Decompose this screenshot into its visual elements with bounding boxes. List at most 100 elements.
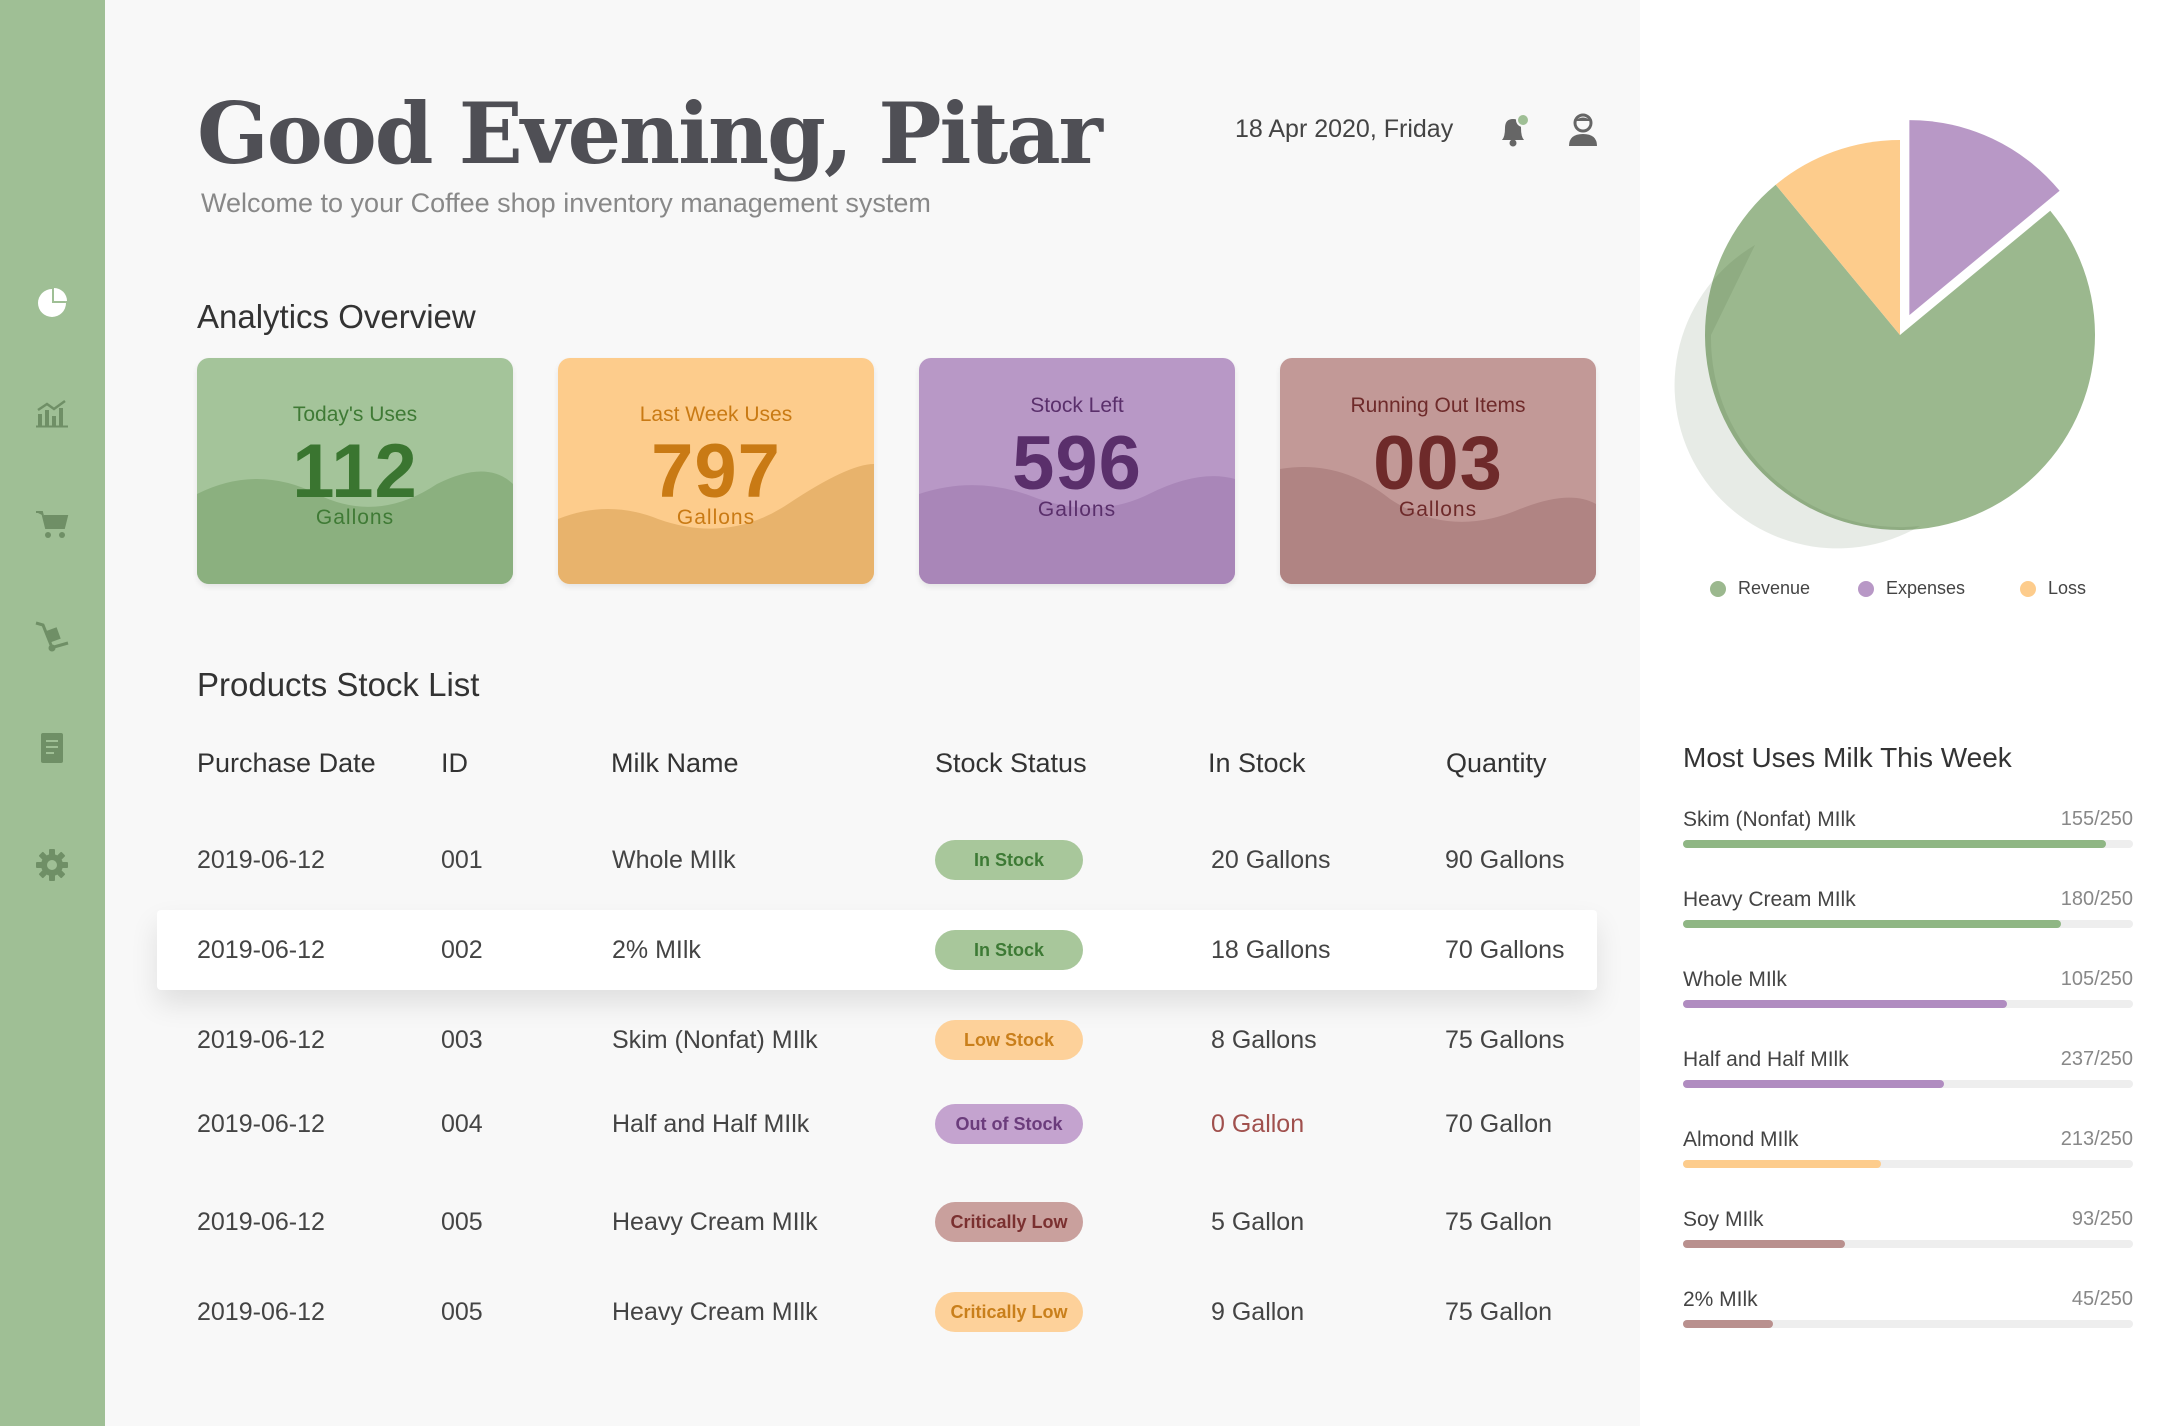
running-out-items-card[interactable]: Running Out Items 003 Gallons (1280, 358, 1596, 584)
table-row[interactable]: 2019-06-12 004 Half and Half MIlk Out of… (157, 1084, 1597, 1164)
status-badge: Out of Stock (935, 1104, 1083, 1144)
milk-count: 237/250 (2060, 1048, 2133, 1070)
products-stock-list-heading: Products Stock List (197, 666, 480, 703)
hand-truck-icon[interactable] (32, 616, 72, 656)
bar-chart-icon[interactable] (32, 393, 72, 433)
cell-id: 002 (441, 936, 483, 964)
milk-name: Soy MIlk (1683, 1208, 1764, 1231)
sidebar (0, 0, 105, 1426)
usage-progress-track (1683, 1160, 2133, 1168)
usage-progress-fill (1683, 920, 2061, 928)
gear-icon[interactable] (32, 845, 72, 885)
cell-in-stock: 5 Gallon (1211, 1208, 1305, 1236)
milk-usage-item: 2% MIlk 45/250 (1683, 1288, 2133, 1348)
card-label: Last Week Uses (639, 403, 793, 426)
column-header-purchase-date[interactable]: Purchase Date (197, 748, 376, 779)
column-header-stock-status[interactable]: Stock Status (935, 748, 1087, 779)
table-row-selected[interactable]: 2019-06-12 002 2% MIlk In Stock 18 Gallo… (157, 910, 1597, 990)
card-unit: Gallons (676, 506, 756, 529)
status-badge: Critically Low (935, 1292, 1083, 1332)
cell-in-stock: 20 Gallons (1211, 846, 1331, 874)
status-badge: In Stock (935, 840, 1083, 880)
card-value: 797 (651, 429, 781, 514)
card-value: 003 (1373, 421, 1503, 506)
cell-milk-name: Whole MIlk (612, 846, 736, 874)
milk-usage-item: Soy MIlk 93/250 (1683, 1208, 2133, 1268)
loss-dot-icon (2020, 580, 2036, 597)
usage-progress-fill (1683, 1240, 1845, 1248)
cell-date: 2019-06-12 (197, 1110, 325, 1138)
card-unit: Gallons (1398, 498, 1478, 521)
notification-bell-icon[interactable] (1493, 110, 1533, 150)
cell-quantity: 70 Gallon (1445, 1110, 1553, 1138)
table-row[interactable]: 2019-06-12 005 Heavy Cream MIlk Critical… (157, 1272, 1597, 1352)
cell-quantity: 75 Gallon (1445, 1298, 1553, 1326)
milk-name: 2% MIlk (1683, 1288, 1758, 1311)
usage-progress-fill (1683, 1000, 2007, 1008)
milk-count: 105/250 (2060, 968, 2133, 990)
column-header-milk-name[interactable]: Milk Name (611, 748, 739, 779)
column-header-in-stock[interactable]: In Stock (1208, 748, 1306, 779)
pie-chart-icon[interactable] (32, 282, 72, 322)
milk-name: Almond MIlk (1683, 1128, 1799, 1151)
table-row[interactable]: 2019-06-12 001 Whole MIlk In Stock 20 Ga… (157, 820, 1597, 900)
legend-label: Expenses (1886, 578, 1966, 598)
usage-progress-fill (1683, 1080, 1944, 1088)
table-row[interactable]: 2019-06-12 005 Heavy Cream MIlk Critical… (157, 1182, 1597, 1262)
milk-count: 155/250 (2060, 808, 2133, 830)
todays-uses-card[interactable]: Today's Uses 112 Gallons (197, 358, 513, 584)
cell-quantity: 75 Gallon (1445, 1208, 1553, 1236)
cell-milk-name: Skim (Nonfat) MIlk (612, 1026, 818, 1054)
card-label: Stock Left (1030, 394, 1124, 417)
card-unit: Gallons (315, 506, 395, 529)
usage-progress-fill (1683, 840, 2106, 848)
card-label: Running Out Items (1350, 394, 1526, 417)
receipt-icon[interactable] (32, 728, 72, 768)
usage-progress-fill (1683, 1160, 1881, 1168)
cell-date: 2019-06-12 (197, 846, 325, 874)
cell-in-stock: 9 Gallon (1211, 1298, 1305, 1326)
cell-id: 005 (441, 1298, 483, 1326)
usage-progress-track (1683, 1320, 2133, 1328)
milk-usage-item: Half and Half MIlk 237/250 (1683, 1048, 2133, 1108)
card-unit: Gallons (1037, 498, 1117, 521)
milk-name: Skim (Nonfat) MIlk (1683, 808, 1856, 831)
usage-progress-track (1683, 1000, 2133, 1008)
finance-pie-chart (1674, 120, 2095, 549)
cell-date: 2019-06-12 (197, 936, 325, 964)
status-badge: Low Stock (935, 1020, 1083, 1060)
legend-label: Loss (2048, 578, 2087, 598)
milk-count: 45/250 (2071, 1288, 2133, 1310)
cell-milk-name: Heavy Cream MIlk (612, 1208, 818, 1236)
analytics-overview-heading: Analytics Overview (197, 298, 476, 335)
greeting-subtitle: Welcome to your Coffee shop inventory ma… (201, 188, 931, 218)
legend-item-expenses: Expenses (1858, 578, 1965, 599)
cart-icon[interactable] (32, 504, 72, 544)
user-profile-icon[interactable] (1563, 110, 1603, 150)
cell-id: 004 (441, 1110, 483, 1138)
cell-quantity: 70 Gallons (1445, 936, 1565, 964)
milk-name: Whole MIlk (1683, 968, 1787, 991)
milk-usage-item: Whole MIlk 105/250 (1683, 968, 2133, 1028)
legend-label: Revenue (1738, 578, 1811, 598)
milk-usage-item: Heavy Cream MIlk 180/250 (1683, 888, 2133, 948)
column-header-quantity[interactable]: Quantity (1446, 748, 1547, 779)
expenses-dot-icon (1858, 580, 1874, 597)
column-header-id[interactable]: ID (441, 748, 468, 779)
most-uses-milk-heading: Most Uses Milk This Week (1683, 742, 2012, 773)
table-row[interactable]: 2019-06-12 003 Skim (Nonfat) MIlk Low St… (157, 1000, 1597, 1080)
legend-item-loss: Loss (2020, 578, 2086, 599)
usage-progress-track (1683, 1080, 2133, 1088)
stock-left-card[interactable]: Stock Left 596 Gallons (919, 358, 1235, 584)
last-week-uses-card[interactable]: Last Week Uses 797 Gallons (558, 358, 874, 584)
card-label: Today's Uses (292, 403, 418, 426)
milk-count: 180/250 (2060, 888, 2133, 910)
status-badge: Critically Low (935, 1202, 1083, 1242)
usage-progress-track (1683, 840, 2133, 848)
cell-quantity: 90 Gallons (1445, 846, 1565, 874)
cell-id: 001 (441, 846, 483, 874)
cell-id: 005 (441, 1208, 483, 1236)
cell-milk-name: 2% MIlk (612, 936, 701, 964)
usage-progress-track (1683, 920, 2133, 928)
current-date: 18 Apr 2020, Friday (1235, 115, 1454, 143)
